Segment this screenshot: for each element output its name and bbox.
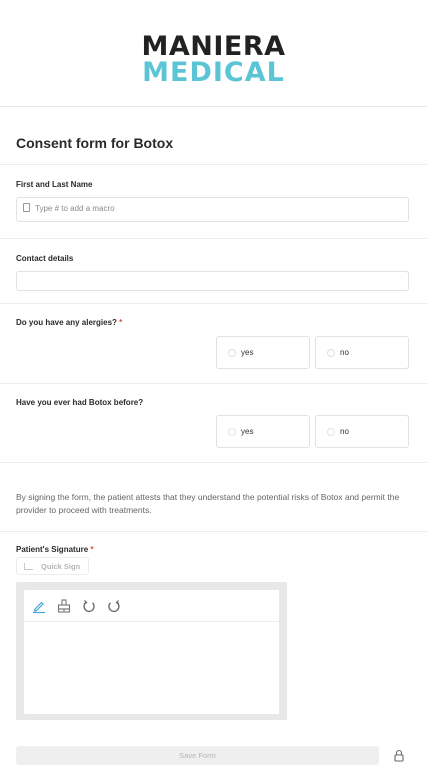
pen-icon[interactable] [31,598,47,614]
name-input[interactable]: Type # to add a macro [16,197,409,222]
allergies-yes-option[interactable]: yes [216,336,310,369]
divider [0,531,427,532]
save-form-button[interactable]: Save Form [16,746,379,765]
quick-sign-button[interactable]: Quick Sign [16,557,89,575]
signature-area [16,582,287,720]
allergies-label: Do you have any alergies? * [16,318,122,327]
allergies-no-label: no [340,348,349,357]
signature-toolbar [24,590,279,622]
name-label: First and Last Name [16,180,93,189]
divider [0,462,427,463]
form-title: Consent form for Botox [16,135,174,151]
radio-circle[interactable] [327,349,335,357]
botox-yes-option[interactable]: yes [216,415,310,448]
quick-sign-label: Quick Sign [41,562,81,571]
redo-icon[interactable] [106,598,122,614]
signature-icon [24,563,33,570]
document-icon [23,203,30,212]
logo-line-2: MEDICAL [142,57,285,88]
lock-button[interactable] [389,746,409,766]
radio-circle[interactable] [228,428,236,436]
botox-no-option[interactable]: no [315,415,409,448]
undo-icon[interactable] [81,598,97,614]
signature-label: Patient's Signature * [16,545,94,554]
stamp-icon[interactable] [56,598,72,614]
allergies-label-text: Do you have any alergies? [16,318,117,327]
botox-label: Have you ever had Botox before? [16,398,144,407]
name-placeholder: Type # to add a macro [35,204,115,213]
radio-circle[interactable] [228,349,236,357]
botox-no-label: no [340,427,349,436]
botox-yes-label: yes [241,427,254,436]
signature-label-text: Patient's Signature [16,545,89,554]
allergies-no-option[interactable]: no [315,336,409,369]
radio-circle[interactable] [327,428,335,436]
contact-label: Contact details [16,254,74,263]
allergies-yes-label: yes [241,348,254,357]
divider [0,383,427,384]
contact-input[interactable] [16,271,409,291]
required-mark: * [90,545,94,554]
divider [0,164,427,165]
lock-icon [394,749,404,762]
divider [0,238,427,239]
consent-statement: By signing the form, the patient attests… [16,492,400,515]
signature-pad[interactable] [24,590,279,714]
logo-header: MANIERA MEDICAL [0,0,427,107]
required-mark: * [119,318,123,327]
divider [0,303,427,304]
